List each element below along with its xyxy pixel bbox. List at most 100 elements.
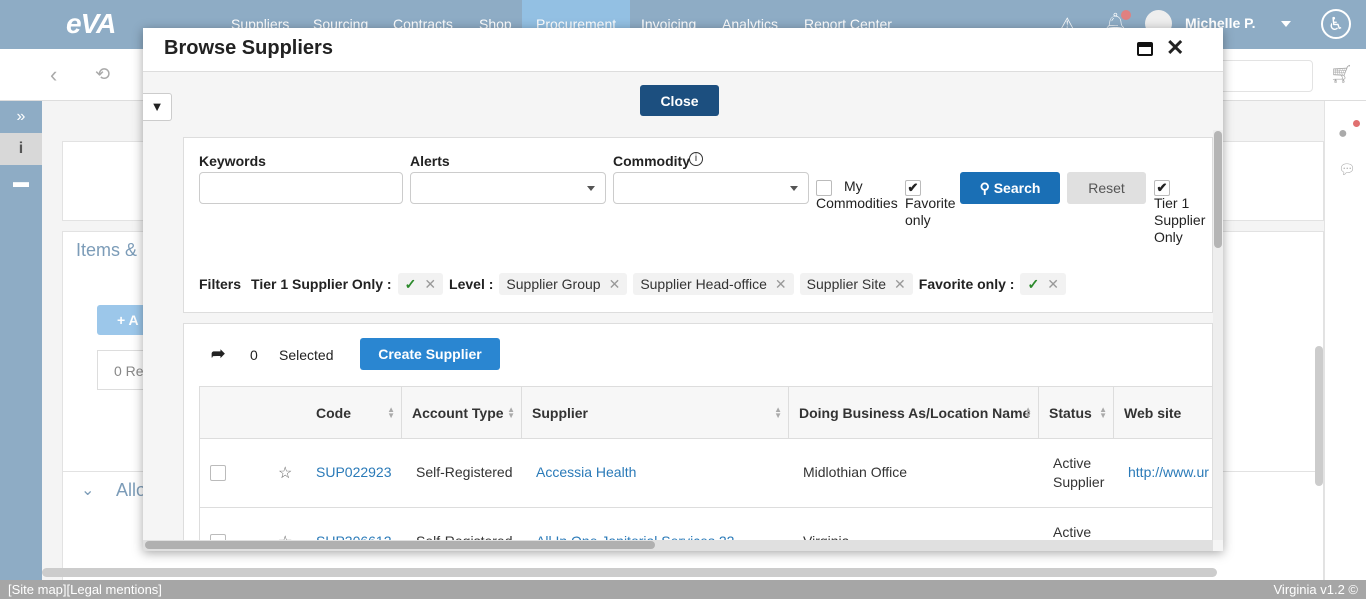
back-icon[interactable]: ‹ (50, 62, 57, 88)
reset-button[interactable]: Reset (1067, 172, 1146, 204)
level-chip-head-office: Supplier Head-office✕ (633, 273, 793, 295)
column-label: Code (316, 405, 351, 421)
modal-header: Browse Suppliers ✕ (143, 28, 1223, 72)
column-header-website[interactable]: Web site (1114, 387, 1213, 439)
column-header-dba[interactable]: Doing Business As/Location Name▲▼ (789, 387, 1039, 439)
favorite-only-checkbox[interactable]: ✔ (905, 180, 921, 196)
chip-label: Supplier Site (807, 276, 886, 292)
commodity-label: Commodity (613, 153, 690, 169)
tier1-label-3: Only (1154, 229, 1183, 245)
modal-title: Browse Suppliers (164, 37, 333, 60)
check-icon: ✓ (1027, 276, 1039, 292)
modal-vertical-scrollbar[interactable] (1214, 131, 1222, 248)
check-icon: ✓ (405, 276, 417, 292)
alerts-select[interactable] (410, 172, 606, 204)
column-header-code[interactable]: Code ▲▼ (306, 387, 402, 439)
maximize-icon[interactable] (1137, 42, 1153, 56)
column-label: Supplier (532, 405, 588, 421)
chevron-down-icon[interactable] (1281, 21, 1291, 27)
tier1-filter-label: Tier 1 Supplier Only : (251, 276, 392, 292)
cart-icon[interactable]: 🛒︎ (1330, 64, 1353, 85)
chip-label: Supplier Group (506, 276, 600, 292)
select-column-header (200, 387, 306, 439)
chevron-down-icon[interactable]: ⌄ (81, 480, 94, 500)
modal-horizontal-scrollbar[interactable] (145, 541, 655, 549)
filter-icon[interactable]: ▼ (143, 93, 172, 121)
search-icon: ⚲ (980, 180, 994, 196)
favorite-filter-label: Favorite only : (919, 276, 1015, 292)
dba-name: Midlothian Office (803, 464, 907, 480)
my-commodities-label-2: Commodities (816, 195, 898, 211)
column-header-account-type[interactable]: Account Type▲▼ (402, 387, 522, 439)
commodity-select[interactable] (613, 172, 809, 204)
close-button[interactable]: Close (640, 85, 719, 116)
status: Active (1053, 455, 1091, 471)
status-line2: Supplier (1053, 474, 1104, 490)
info-icon[interactable]: i (689, 152, 703, 166)
selected-count: 0 (250, 347, 258, 363)
sort-icon[interactable]: ▲▼ (774, 407, 782, 419)
sort-icon[interactable]: ▲▼ (387, 407, 395, 419)
star-icon[interactable]: ☆ (278, 463, 292, 483)
remove-filter-icon[interactable]: ✕ (609, 276, 621, 292)
column-label: Account Type (412, 405, 504, 421)
favorite-only-label-2: only (905, 212, 931, 228)
supplier-code-link[interactable]: SUP022923 (316, 464, 392, 480)
favorite-filter-chip: ✓✕ (1020, 273, 1065, 295)
sort-icon[interactable]: ▲▼ (1099, 407, 1107, 419)
left-sidebar: » i ▬ (0, 101, 42, 580)
info-icon[interactable]: i (0, 133, 42, 165)
share-icon[interactable]: ➦ (211, 344, 225, 364)
close-icon[interactable]: ✕ (1166, 35, 1184, 61)
right-sidebar: ● 💬︎ (1324, 101, 1366, 580)
website-link[interactable]: http://www.ur (1128, 464, 1209, 480)
alerts-label: Alerts (410, 153, 450, 169)
tier1-label: Tier 1 (1154, 195, 1189, 211)
column-header-status[interactable]: Status▲▼ (1039, 387, 1114, 439)
remove-filter-icon[interactable]: ✕ (775, 276, 787, 292)
search-button[interactable]: ⚲ Search (960, 172, 1060, 204)
items-section-title: Items & (76, 240, 137, 261)
active-filters: Filters Tier 1 Supplier Only : ✓✕ Level … (199, 273, 1066, 295)
notification-dot (1121, 10, 1131, 20)
my-commodities-checkbox[interactable] (816, 180, 832, 196)
remove-filter-icon[interactable]: ✕ (1047, 276, 1059, 292)
status: Active (1053, 524, 1091, 540)
keywords-label: Keywords (199, 153, 266, 169)
chevron-down-icon (587, 186, 595, 191)
sort-icon[interactable]: ▲▼ (507, 407, 515, 419)
search-button-label: Search (994, 180, 1041, 196)
page-vertical-scrollbar[interactable] (1315, 346, 1323, 486)
column-label: Web site (1124, 405, 1181, 421)
card-icon[interactable]: ▬ (0, 167, 42, 199)
table-row[interactable]: ☆ SUP022923 Self-Registered Accessia Hea… (200, 439, 1213, 508)
level-chip-group: Supplier Group ✕ (499, 273, 627, 295)
remove-filter-icon[interactable]: ✕ (424, 276, 436, 292)
comment-icon[interactable]: 💬︎ (1338, 161, 1356, 178)
search-panel: Keywords Alerts Commodity i My Commoditi… (183, 137, 1213, 313)
results-panel: ➦ 0 Selected Create Supplier Code▲▼ Acco… (183, 323, 1213, 551)
column-header-supplier[interactable]: Supplier ▲▼ (522, 387, 789, 439)
alert-dot (1353, 120, 1360, 127)
version-label: Virginia v1.2 © (1274, 580, 1359, 599)
expand-icon[interactable]: » (0, 101, 42, 133)
my-commodities-label: My (844, 178, 863, 194)
accessibility-icon[interactable]: ♿︎ (1321, 9, 1351, 39)
account-type: Self-Registered (416, 464, 513, 480)
alert-icon[interactable]: ● (1338, 125, 1348, 143)
supplier-name-link[interactable]: Accessia Health (536, 464, 636, 480)
footer-links[interactable]: [Site map][Legal mentions] (8, 582, 162, 597)
history-icon[interactable]: ⟲ (95, 64, 110, 85)
table-header: Code▲▼ Account Type▲▼ Supplier▲▼ Doing B… (200, 387, 1213, 439)
favorite-only-label: Favorite (905, 195, 956, 211)
chevron-down-icon (790, 186, 798, 191)
create-supplier-button[interactable]: Create Supplier (360, 338, 500, 370)
keywords-input[interactable] (199, 172, 403, 204)
level-filter-label: Level : (449, 276, 493, 292)
row-checkbox[interactable] (210, 465, 226, 481)
page-horizontal-scrollbar[interactable] (42, 568, 1217, 577)
sort-icon[interactable]: ▲▼ (1024, 407, 1032, 419)
remove-filter-icon[interactable]: ✕ (894, 276, 906, 292)
eva-logo[interactable]: eVA (66, 8, 115, 40)
tier1-checkbox[interactable]: ✔ (1154, 180, 1170, 196)
